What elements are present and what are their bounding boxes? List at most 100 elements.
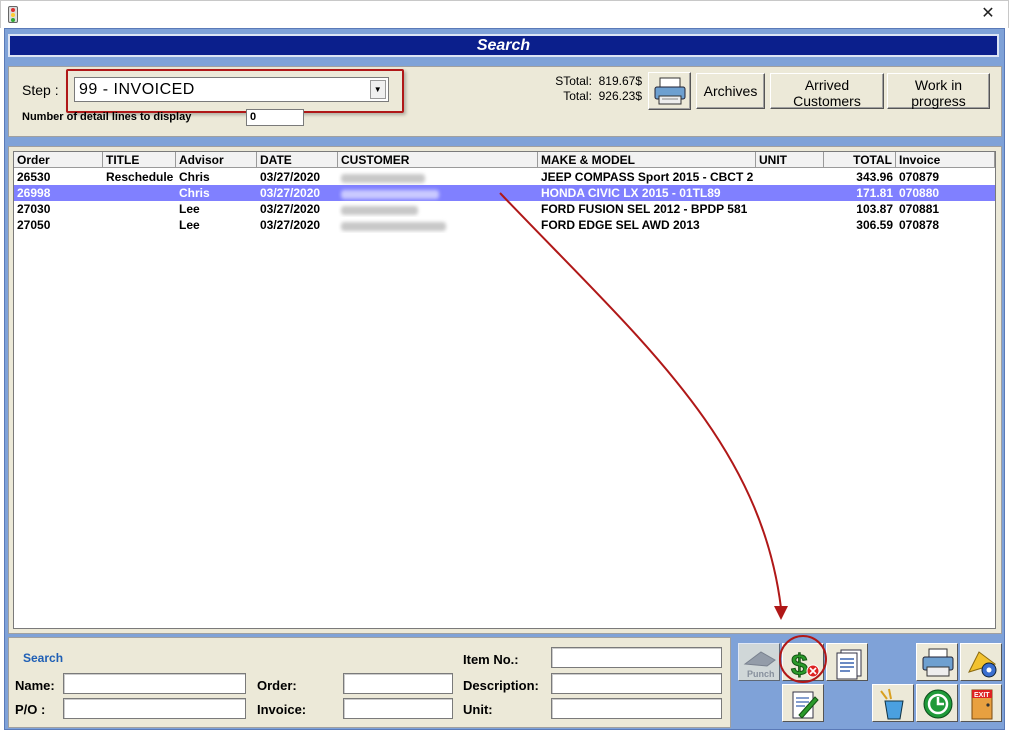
totals-block: STotal: 819.67$ Total: 926.23$ (540, 74, 642, 104)
cell-customer: Glenn Costello (338, 185, 538, 201)
col-customer[interactable]: CUSTOMER (338, 152, 538, 168)
col-date[interactable]: DATE (257, 152, 338, 168)
edit-button[interactable] (782, 684, 824, 722)
arrived-customers-button[interactable]: Arrived Customers (770, 73, 884, 109)
col-order[interactable]: Order (14, 152, 103, 168)
document-icon (836, 649, 862, 680)
go-button[interactable] (916, 684, 958, 722)
work-line2: progress (911, 93, 966, 109)
item-no-field[interactable] (551, 647, 722, 668)
cell-customer: Brenda Love (338, 201, 538, 217)
arrived-line1: Arrived (804, 77, 850, 93)
redacted-customer-name: Glenda McCoy (341, 174, 425, 183)
punch-button[interactable]: Punch (738, 643, 780, 681)
archives-button[interactable]: Archives (696, 73, 765, 109)
cell-customer: Tracy MacDonald (338, 217, 538, 233)
cell-unit (756, 185, 824, 201)
exit-label: EXIT (974, 692, 990, 699)
table-row[interactable]: 27030 Lee 03/27/2020 Brenda Love FORD FUSION… (14, 201, 995, 217)
table-row[interactable]: 26530 Reschedule Chris 03/27/2020 Glenda McC… (14, 169, 995, 185)
cell-date: 03/27/2020 (260, 218, 321, 232)
orders-table[interactable]: Order TITLE Advisor DATE CUSTOMER MAKE &… (13, 151, 996, 629)
cell-total: 171.81 (856, 186, 893, 200)
edit-icon (792, 691, 819, 719)
po-label: P/O : (15, 702, 46, 717)
po-field[interactable] (63, 698, 246, 719)
cell-total: 343.96 (856, 170, 893, 184)
go-icon (923, 689, 953, 719)
cell-advisor: Lee (179, 202, 200, 216)
cell-unit (756, 201, 824, 217)
col-make-model[interactable]: MAKE & MODEL (538, 152, 756, 168)
cell-order: 26998 (17, 186, 51, 200)
stotal-label: STotal: (555, 74, 592, 88)
name-label: Name: (15, 678, 55, 693)
cell-make-model: JEEP COMPASS Sport 2015 - CBCT 2 (541, 170, 754, 184)
settings-icon (968, 651, 997, 678)
cell-make-model: FORD EDGE SEL AWD 2013 (541, 218, 700, 232)
invoice-label: Invoice: (257, 702, 307, 717)
cell-make-model: HONDA CIVIC LX 2015 - 01TL89 (541, 186, 721, 200)
close-icon[interactable]: ✕ (976, 3, 1000, 25)
total-value: 926.23$ (598, 89, 642, 103)
col-title[interactable]: TITLE (103, 152, 176, 168)
table-row[interactable]: 27050 Lee 03/27/2020 Tracy MacDonald FORD ED… (14, 217, 995, 233)
cell-make-model: FORD FUSION SEL 2012 - BPDP 581 (541, 202, 748, 216)
total-label: Total: (563, 89, 592, 103)
cell-date: 03/27/2020 (260, 170, 321, 184)
order-label: Order: (257, 678, 297, 693)
detail-lines-label: Number of detail lines to display (22, 111, 192, 123)
cell-advisor: Chris (179, 186, 210, 200)
col-total[interactable]: TOTAL (824, 152, 896, 168)
cell-order: 27030 (17, 202, 51, 216)
cell-title (103, 185, 176, 201)
invoice-dollar-icon: $ (791, 649, 820, 680)
title-bar: ✕ (0, 0, 1009, 28)
printer-icon (654, 77, 686, 105)
name-field[interactable] (63, 673, 246, 694)
cell-advisor: Lee (179, 218, 200, 232)
cell-total: 306.59 (856, 218, 893, 232)
work-line1: Work in (914, 77, 963, 93)
unit-field[interactable] (551, 698, 722, 719)
work-in-progress-button[interactable]: Work in progress (887, 73, 990, 109)
exit-button[interactable]: EXIT (960, 684, 1002, 722)
clean-icon (880, 688, 904, 720)
search-panel-title: Search (23, 651, 64, 665)
cell-title (103, 217, 176, 233)
col-unit[interactable]: UNIT (756, 152, 824, 168)
print-button[interactable] (648, 72, 691, 110)
cell-invoice: 070881 (899, 202, 940, 216)
document-button[interactable] (826, 643, 868, 681)
redacted-customer-name: Tracy MacDonald (341, 222, 446, 231)
detail-lines-input[interactable]: 0 (246, 109, 304, 126)
cell-order: 27050 (17, 218, 51, 232)
page-title: Search (8, 34, 999, 57)
print-settings-button[interactable] (916, 643, 958, 681)
description-field[interactable] (551, 673, 722, 694)
redacted-customer-name: Brenda Love (341, 206, 418, 215)
cell-order: 26530 (17, 170, 51, 184)
app-icon (8, 6, 18, 23)
punch-icon: Punch (743, 651, 776, 679)
invoice-button[interactable]: $ (782, 643, 824, 681)
invoice-field[interactable] (343, 698, 453, 719)
clean-button[interactable] (872, 684, 914, 722)
cell-title: Reschedule (106, 170, 174, 184)
table-row[interactable]: 26998 Chris 03/27/2020 Glenn Costello HONDA … (14, 185, 995, 201)
order-field[interactable] (343, 673, 453, 694)
cell-date: 03/27/2020 (260, 202, 321, 216)
cell-invoice: 070880 (899, 186, 940, 200)
unit-label: Unit: (463, 702, 493, 717)
settings-button[interactable] (960, 643, 1002, 681)
col-invoice[interactable]: Invoice (896, 152, 995, 168)
step-label: Step : (22, 82, 59, 98)
cell-unit (756, 217, 824, 233)
redacted-customer-name: Glenn Costello (341, 190, 439, 199)
description-label: Description: (463, 678, 539, 693)
stotal-value: 819.67$ (598, 74, 642, 88)
printer-settings-icon (922, 648, 954, 677)
cell-advisor: Chris (179, 170, 210, 184)
svg-text:$: $ (791, 649, 808, 680)
col-advisor[interactable]: Advisor (176, 152, 257, 168)
